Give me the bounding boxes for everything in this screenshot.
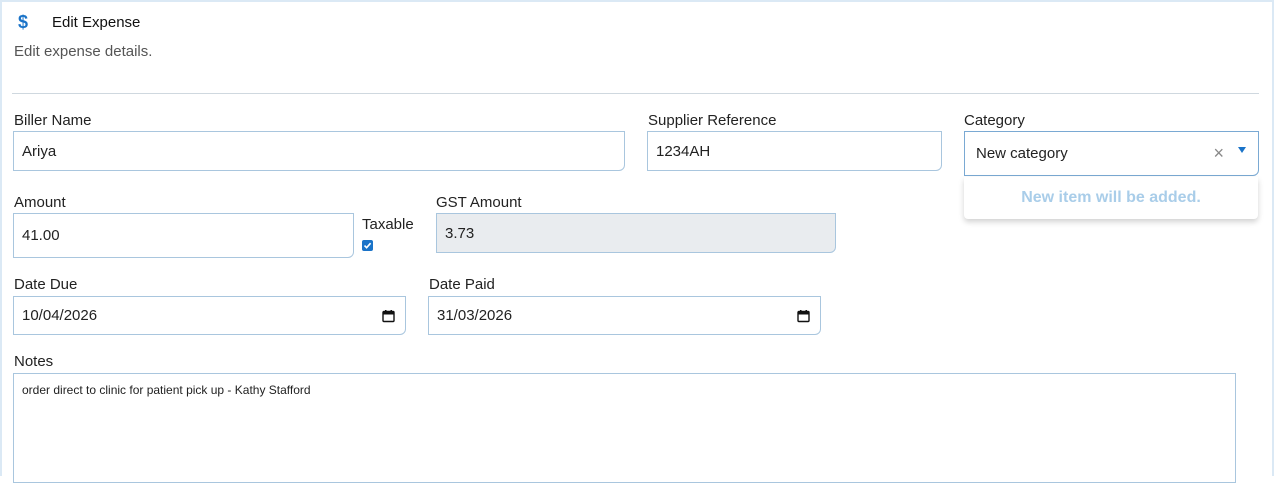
date-paid-label: Date Paid [429,276,495,293]
category-label: Category [964,112,1025,129]
notes-label: Notes [14,353,54,370]
supplier-reference-label: Supplier Reference [648,112,777,129]
amount-value: 41.00 [22,227,60,244]
date-due-value: 10/04/2026 [22,307,98,324]
date-due-label: Date Due [14,276,78,293]
gst-amount-value: 3.73 [445,224,475,242]
biller-name-input[interactable]: Ariya [13,131,625,171]
amount-label: Amount [14,194,66,211]
biller-name-value: Ariya [22,142,57,160]
dollar-icon: $ [18,11,29,32]
calendar-icon[interactable] [382,309,395,322]
date-paid-value: 31/03/2026 [437,307,513,324]
supplier-reference-input[interactable]: 1234AH [647,131,942,171]
notes-textarea[interactable]: order direct to clinic for patient pick … [13,373,1236,483]
page-subtitle: Edit expense details. [14,43,153,60]
dropdown-new-item-message: New item will be added. [1021,189,1201,206]
notes-value: order direct to clinic for patient pick … [22,383,311,397]
header-divider [12,93,1259,94]
panel-header: $ Edit Expense [18,11,140,33]
calendar-icon[interactable] [797,309,810,322]
supplier-reference-value: 1234AH [656,142,711,160]
category-select[interactable]: New category × [964,131,1259,176]
taxable-label: Taxable [362,216,414,233]
gst-amount-input: 3.73 [436,213,836,253]
gst-amount-label: GST Amount [436,194,522,211]
clear-icon[interactable]: × [1213,144,1224,162]
biller-name-label: Biller Name [14,112,92,129]
category-dropdown[interactable]: New item will be added. [964,177,1258,219]
checkmark-icon [363,242,372,249]
category-value: New category [976,145,1068,162]
taxable-checkbox[interactable] [362,240,373,251]
date-due-input[interactable]: 10/04/2026 [13,296,406,335]
chevron-down-icon[interactable] [1238,147,1246,153]
date-paid-input[interactable]: 31/03/2026 [428,296,821,335]
amount-input[interactable]: 41.00 [13,213,354,258]
page-title: Edit Expense [52,13,141,31]
